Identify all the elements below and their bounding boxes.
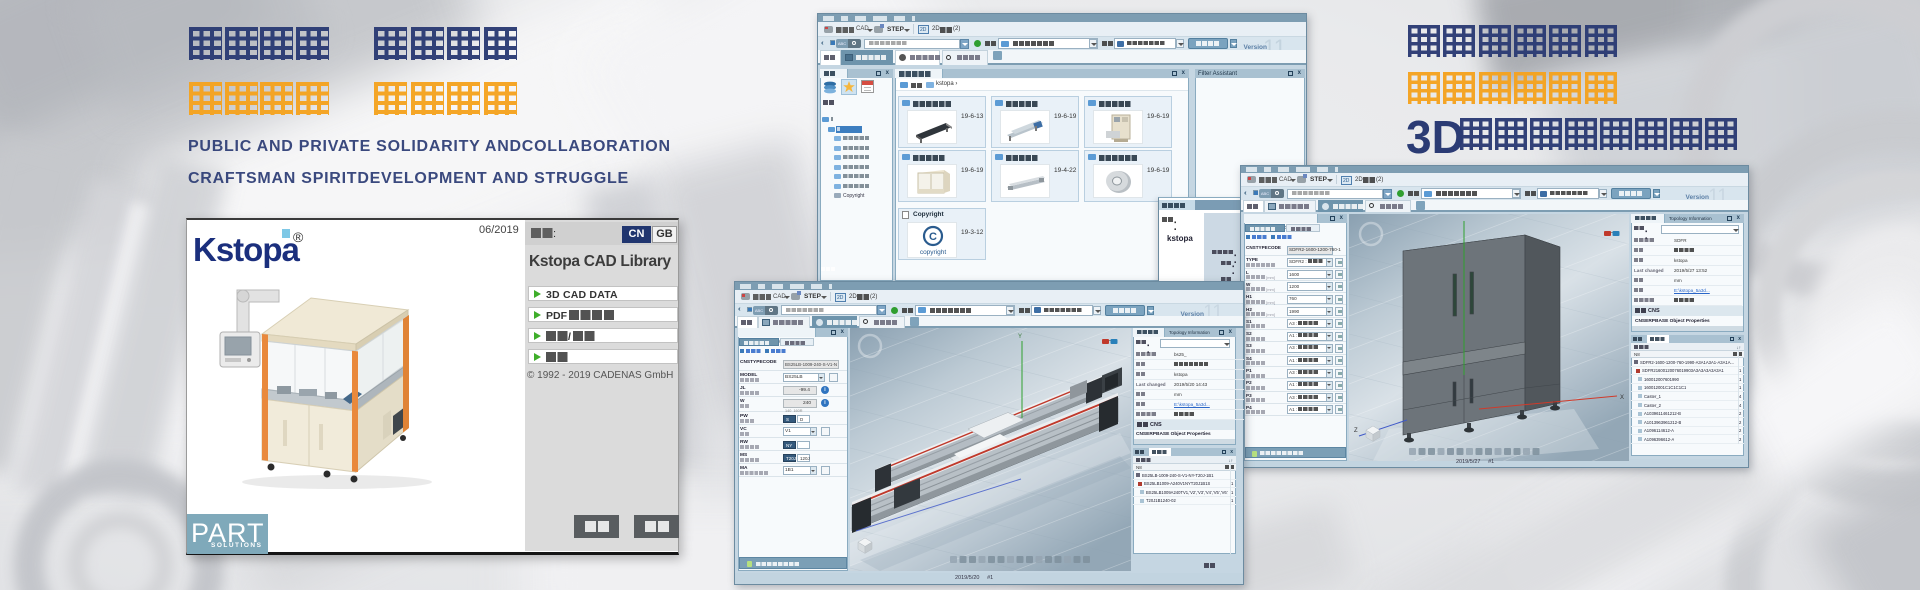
svg-text:Z: Z: [1354, 428, 1358, 434]
svg-text:copyright: copyright: [920, 249, 947, 256]
svg-text:X: X: [1620, 395, 1624, 401]
svg-text:Y: Y: [1018, 334, 1022, 340]
svg-text:C: C: [929, 231, 937, 243]
